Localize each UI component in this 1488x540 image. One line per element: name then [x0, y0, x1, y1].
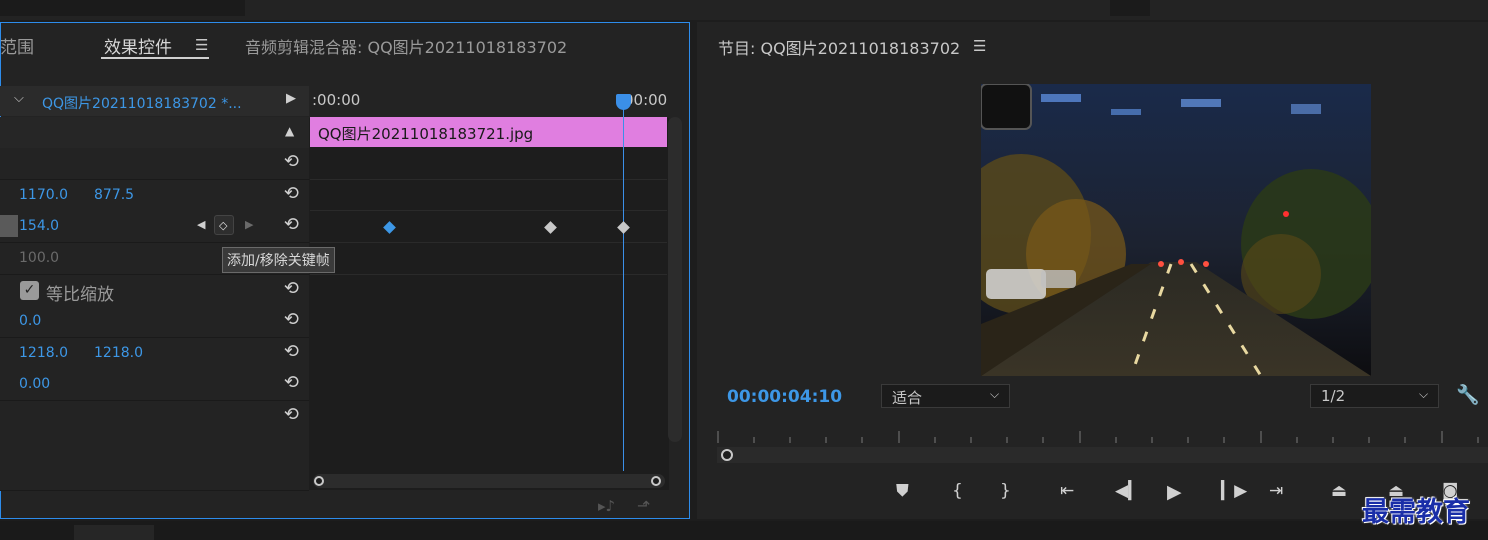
next-keyframe-icon[interactable]: ▶	[245, 218, 253, 231]
watermark-logo: 最需教育	[1362, 497, 1470, 528]
effect-row: ⟲	[0, 148, 309, 180]
reset-icon[interactable]: ⟲	[284, 183, 299, 204]
chevron-down-icon: ⌵	[990, 387, 1000, 401]
step-forward-icon[interactable]: ▎▶	[1221, 481, 1247, 501]
go-to-out-icon[interactable]: ⇥	[1269, 481, 1283, 501]
tab-underline	[101, 57, 209, 59]
effect-row-flicker: 0.00 ⟲	[0, 369, 309, 401]
resolution-value: 1/2	[1321, 387, 1346, 405]
keyframe-diamond-icon: ◇	[219, 219, 228, 232]
scroll-handle-right[interactable]	[651, 476, 661, 486]
scale-value[interactable]: 154.0	[19, 218, 59, 234]
hamburger-icon[interactable]: ☰	[195, 36, 208, 54]
lift-icon[interactable]: ⏏	[1331, 481, 1347, 501]
tl-divider	[310, 242, 667, 243]
hamburger-icon[interactable]: ☰	[973, 37, 986, 55]
uniform-scale-label: 等比缩放	[46, 285, 114, 305]
chevron-down-icon[interactable]: ⌵	[14, 91, 24, 106]
anchor-y-value[interactable]: 1218.0	[94, 345, 143, 361]
effect-row	[0, 463, 309, 491]
timeline-ruler[interactable]: :00:00 00:00	[309, 86, 669, 118]
mark-out-icon[interactable]: }	[1000, 481, 1011, 501]
timecode[interactable]: 00:00:04:10	[727, 387, 842, 407]
reset-icon[interactable]: ⟲	[284, 214, 299, 235]
horizontal-scrollbar[interactable]	[313, 474, 665, 488]
play-icon[interactable]: ▶	[1167, 481, 1182, 503]
clip-header: ⌵ QQ图片20211018183702 *... ▶	[0, 86, 309, 116]
playhead-handle[interactable]	[616, 94, 631, 110]
monitor-ruler-ticks	[717, 431, 1479, 443]
resolution-dropdown[interactable]: 1/2 ⌵	[1310, 384, 1439, 408]
anchor-x-value[interactable]: 1218.0	[19, 345, 68, 361]
mark-in-icon[interactable]: {	[952, 481, 963, 501]
position-y-value[interactable]: 877.5	[94, 187, 134, 203]
top-strip	[0, 0, 1488, 20]
wrench-icon[interactable]: 🔧	[1456, 383, 1480, 406]
reset-icon[interactable]: ⟲	[284, 278, 299, 299]
reset-icon[interactable]: ⟲	[284, 309, 299, 330]
timeline-clip-name: QQ图片20211018183721.jpg	[318, 125, 534, 143]
uniform-scale-checkbox[interactable]: ✓	[20, 281, 39, 300]
reset-icon[interactable]: ⟲	[284, 151, 299, 172]
ruler-start-time: :00:00	[312, 91, 361, 109]
flicker-value[interactable]: 0.00	[19, 376, 50, 392]
position-x-value[interactable]: 1170.0	[19, 187, 68, 203]
tooltip: 添加/移除关键帧	[222, 247, 335, 273]
fit-dropdown[interactable]: 适合 ⌵	[881, 384, 1010, 408]
playhead-line	[623, 94, 624, 471]
add-remove-keyframe-button[interactable]: ◇	[214, 215, 234, 235]
effect-row-position: 1170.0 877.5 ⟲	[0, 180, 309, 212]
add-marker-icon[interactable]: ⛊	[896, 481, 909, 501]
tab-audio-clip-mixer[interactable]: 音频剪辑混合器: QQ图片20211018183702	[245, 34, 567, 58]
monitor-playhead[interactable]	[721, 449, 733, 461]
play-triangle-icon[interactable]: ▶	[286, 91, 296, 106]
vertical-scrollbar[interactable]	[668, 117, 682, 442]
effect-row-rotation: 0.0 ⟲	[0, 306, 309, 338]
prev-keyframe-icon[interactable]: ◀	[197, 218, 205, 231]
tab-effect-controls[interactable]: 效果控件	[104, 33, 172, 58]
reset-icon[interactable]: ⟲	[284, 341, 299, 362]
tl-divider	[310, 274, 667, 275]
effect-row-anchor: 1218.0 1218.0 ⟲	[0, 338, 309, 370]
stopwatch-toggle[interactable]	[0, 215, 18, 237]
effect-row-scale: 154.0 ◀ ◇ ▶ ⟲	[0, 211, 309, 243]
rotation-value[interactable]: 0.0	[19, 313, 41, 329]
tl-divider	[310, 179, 667, 180]
export-icon[interactable]: ⬏	[637, 496, 650, 515]
step-back-icon[interactable]: ◀▎	[1115, 481, 1141, 501]
effect-row	[0, 432, 309, 464]
chevron-down-icon: ⌵	[1419, 387, 1429, 401]
fit-dropdown-value: 适合	[892, 389, 923, 407]
reset-icon[interactable]: ⟲	[284, 404, 299, 425]
go-to-in-icon[interactable]: ⇤	[1060, 481, 1074, 501]
collapse-up-icon[interactable]: ▲	[285, 124, 294, 138]
program-monitor-title: 节目: QQ图片20211018183702	[718, 39, 961, 58]
reset-icon[interactable]: ⟲	[284, 372, 299, 393]
top-strip-seg	[1110, 0, 1150, 16]
effect-row-header: ▲	[0, 117, 309, 149]
bottom-strip	[0, 521, 1488, 540]
tl-divider	[310, 210, 667, 211]
bottom-tab[interactable]	[74, 525, 154, 540]
top-strip-seg	[0, 0, 245, 16]
audio-icon[interactable]: ▸♪	[598, 497, 615, 515]
effect-row-uniform-scale: ✓ 等比缩放 ⟲	[0, 275, 309, 307]
scale-width-value: 100.0	[19, 250, 60, 266]
night-street-image	[981, 84, 1371, 376]
tab-range[interactable]: 范围	[0, 33, 34, 58]
monitor-scrub-bar[interactable]	[717, 447, 1488, 463]
effect-row: ⟲	[0, 401, 309, 433]
clip-name: QQ图片20211018183702 *...	[42, 96, 242, 112]
video-frame	[981, 84, 1371, 376]
timeline-clip[interactable]: QQ图片20211018183721.jpg	[310, 117, 667, 147]
monitor-ruler[interactable]	[717, 429, 1488, 445]
scroll-handle-left[interactable]	[314, 476, 324, 486]
